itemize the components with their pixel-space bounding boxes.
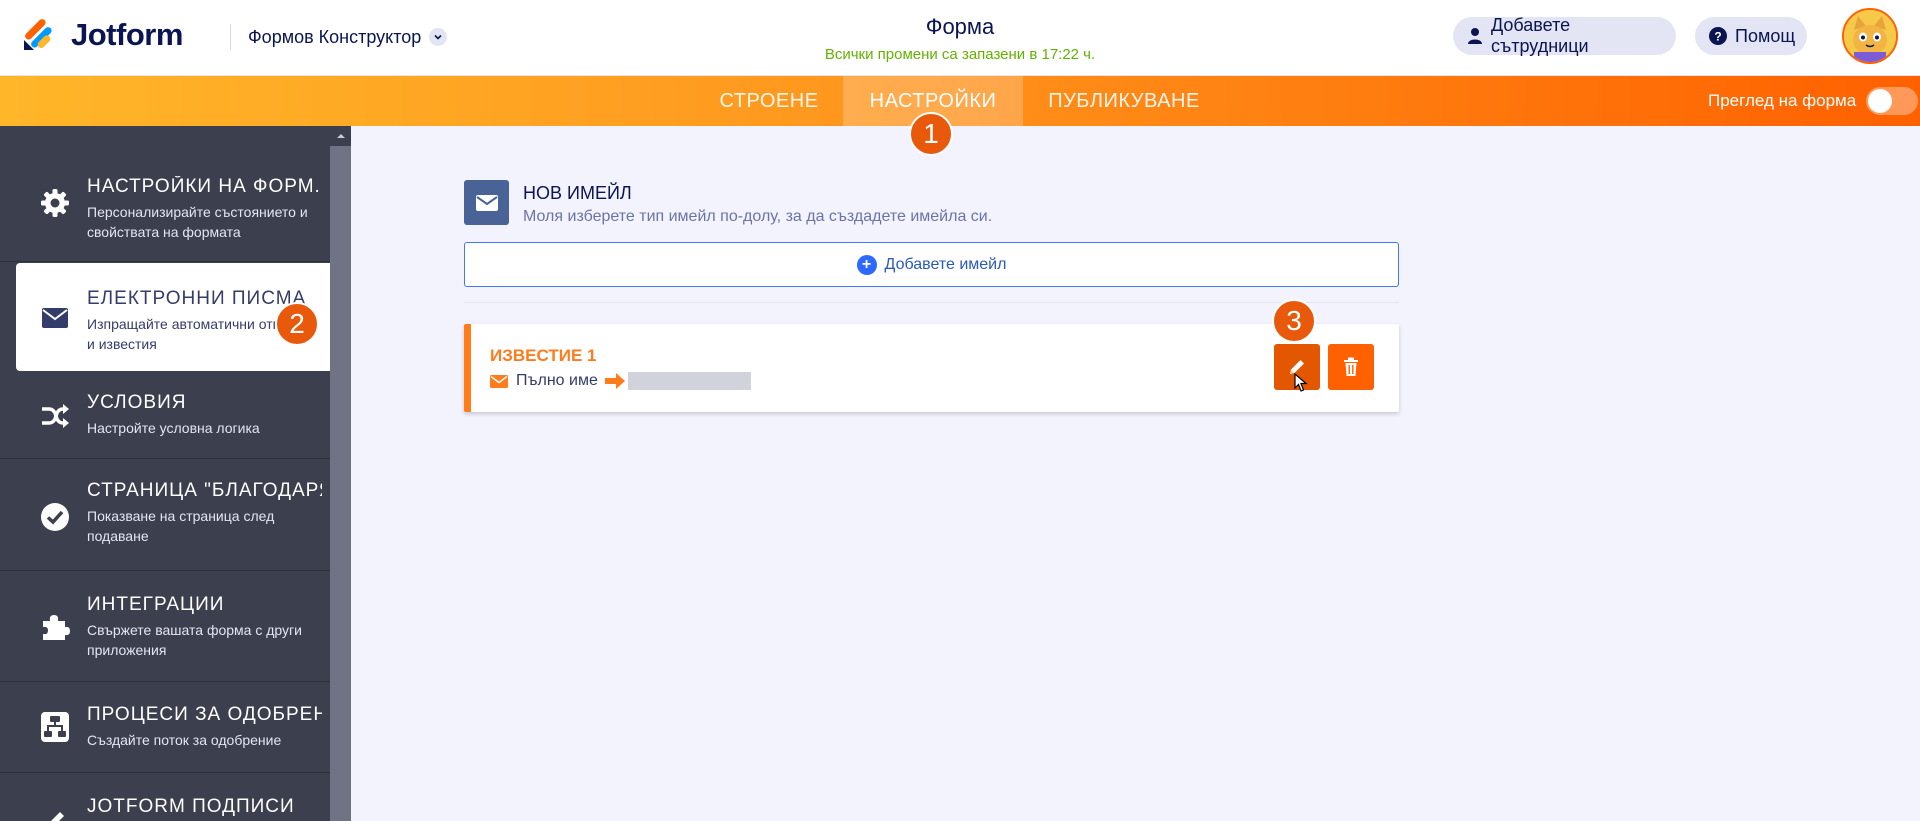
settings-sidebar: НАСТРОЙКИ НА ФОРМ... Персонализирайте съ… xyxy=(0,126,330,821)
logo-text: Jotform xyxy=(71,17,183,52)
sidebar-item-title: JOTFORM ПОДПИСИ xyxy=(87,796,295,817)
new-email-title: НОВ ИМЕЙЛ xyxy=(523,183,632,203)
plus-circle-icon: + xyxy=(856,254,877,275)
form-preview-control: Преглед на форма xyxy=(1708,76,1919,126)
form-title-area: Форма Всички промени са запазени в 17:22… xyxy=(760,14,1160,63)
jotform-logo-icon xyxy=(22,18,56,52)
form-title[interactable]: Форма xyxy=(760,14,1160,40)
envelope-icon xyxy=(464,180,509,225)
sidebar-item-approval-flows[interactable]: ПРОЦЕСИ ЗА ОДОБРЕН... Създайте поток за … xyxy=(0,683,330,773)
recipient-field-label: Пълно име xyxy=(516,372,598,389)
form-preview-label: Преглед на форма xyxy=(1708,91,1857,110)
sidebar-item-jotform-sign[interactable]: JOTFORM ПОДПИСИ xyxy=(0,774,330,821)
sidebar-item-desc: Свържете вашата форма с други приложения xyxy=(87,622,302,658)
add-email-button[interactable]: + Добавете имейл xyxy=(464,242,1399,287)
help-label: Помощ xyxy=(1735,25,1796,46)
header-divider xyxy=(230,24,231,50)
new-email-description: Моля изберете тип имейл по-долу, за да с… xyxy=(523,208,993,225)
sidebar-item-title: ПРОЦЕСИ ЗА ОДОБРЕН... xyxy=(87,704,322,725)
form-preview-toggle[interactable] xyxy=(1866,87,1919,115)
toggle-knob xyxy=(1868,89,1893,113)
gear-icon xyxy=(40,188,70,218)
sidebar-item-desc: Персонализирайте състоянието и свойстват… xyxy=(87,204,308,240)
sidebar-item-title: НАСТРОЙКИ НА ФОРМ... xyxy=(87,176,322,197)
user-avatar[interactable] xyxy=(1842,8,1898,64)
help-icon: ? xyxy=(1709,27,1727,45)
user-icon xyxy=(1467,27,1483,45)
redacted-email-address xyxy=(627,372,751,390)
notification-recipient: Пълно име xyxy=(490,372,751,390)
scroll-up-arrow-icon[interactable] xyxy=(330,126,351,146)
sidebar-item-title: ИНТЕГРАЦИИ xyxy=(87,594,225,615)
check-circle-icon xyxy=(40,502,70,532)
add-collaborators-button[interactable]: Добавете сътрудници xyxy=(1453,15,1676,56)
saved-status: Всички промени са запазени в 17:22 ч. xyxy=(824,46,1096,63)
sidebar-item-integrations[interactable]: ИНТЕГРАЦИИ Свържете вашата форма с други… xyxy=(0,572,330,682)
svg-text:?: ? xyxy=(1714,30,1721,44)
add-email-label: Добавете имейл xyxy=(884,255,1007,273)
notification-card[interactable]: ИЗВЕСТИЕ 1 Пълно име xyxy=(464,324,1399,412)
trash-icon xyxy=(1342,357,1360,377)
sidebar-item-title: СТРАНИЦА "БЛАГОДАРЯ" xyxy=(87,480,322,501)
notification-title: ИЗВЕСТИЕ 1 xyxy=(490,346,597,365)
step-badge-3: 3 xyxy=(1272,299,1316,343)
sidebar-item-desc: Показване на страница след подаване xyxy=(87,508,275,544)
step-badge-2: 2 xyxy=(275,302,319,346)
puzzle-icon xyxy=(40,612,70,642)
form-builder-label: Формов Конструктор xyxy=(248,26,422,47)
add-collaborators-label: Добавете сътрудници xyxy=(1491,15,1589,56)
shuffle-icon xyxy=(40,401,70,431)
delete-email-button[interactable] xyxy=(1328,344,1374,390)
step-badge-1: 1 xyxy=(909,112,953,156)
sidebar-item-desc: Създайте поток за одобрение xyxy=(87,732,282,748)
section-divider xyxy=(464,302,1399,303)
flow-chart-icon xyxy=(40,712,70,742)
form-builder-dropdown[interactable]: Формов Конструктор xyxy=(248,24,448,50)
help-button[interactable]: ? Помощ xyxy=(1695,17,1807,55)
chevron-down-icon xyxy=(429,28,448,46)
sidebar-item-desc: Настройте условна логика xyxy=(87,420,260,436)
top-bar: Jotform Формов Конструктор Форма Всички … xyxy=(0,0,1920,76)
sidebar-item-conditions[interactable]: УСЛОВИЯ Настройте условна логика xyxy=(0,372,330,459)
tab-publish[interactable]: ПУБЛИКУВАНЕ xyxy=(1040,76,1208,126)
sidebar-item-form-settings[interactable]: НАСТРОЙКИ НА ФОРМ... Персонализирайте съ… xyxy=(0,126,330,262)
main-tabs-bar: СТРОЕНЕ НАСТРОЙКИ ПУБЛИКУВАНЕ Преглед на… xyxy=(0,76,1920,126)
envelope-icon xyxy=(490,374,508,388)
envelope-icon xyxy=(40,303,70,333)
mouse-pointer-icon xyxy=(1294,372,1308,398)
sidebar-item-title: УСЛОВИЯ xyxy=(87,392,187,413)
sidebar-scrollbar[interactable] xyxy=(330,126,351,821)
arrow-right-icon xyxy=(604,373,625,389)
tab-build[interactable]: СТРОЕНЕ xyxy=(710,76,828,126)
sidebar-item-thank-you-page[interactable]: СТРАНИЦА "БЛАГОДАРЯ" Показване на страни… xyxy=(0,460,330,571)
jotform-logo[interactable]: Jotform xyxy=(22,16,183,54)
signature-icon xyxy=(40,804,70,821)
